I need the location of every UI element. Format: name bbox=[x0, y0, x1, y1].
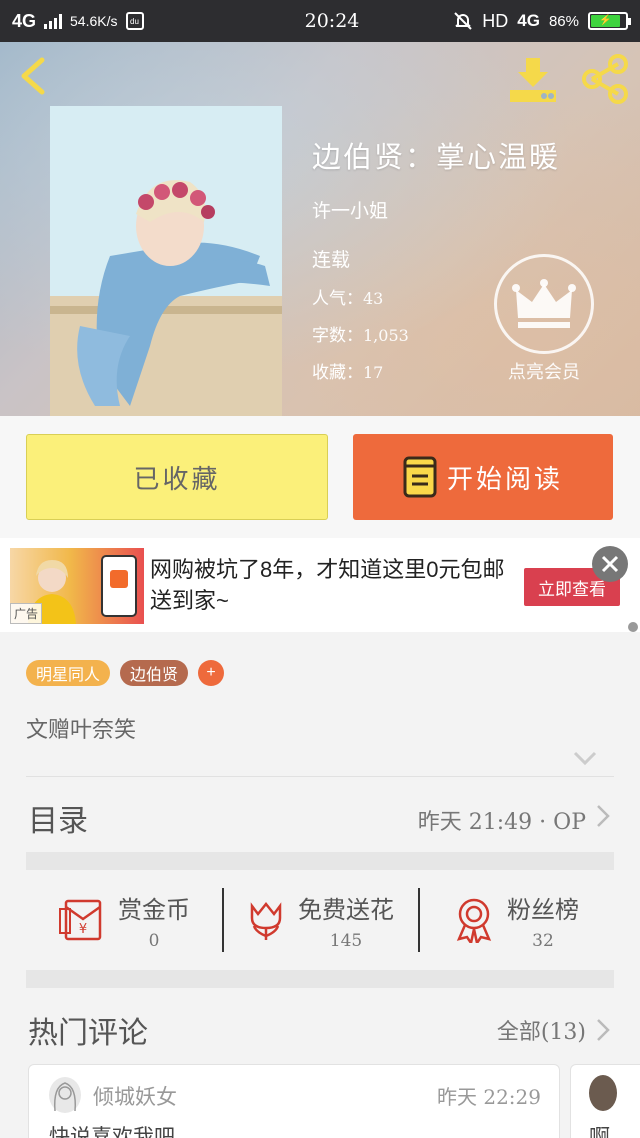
divider bbox=[26, 776, 614, 777]
chevron-right-icon[interactable] bbox=[596, 1018, 610, 1042]
network-speed: 54.6K/s bbox=[70, 13, 118, 29]
reward-coins-label: 赏金币 bbox=[118, 895, 190, 924]
book-cover[interactable] bbox=[50, 106, 282, 416]
book-header: 边伯贤：掌心温暖 许一小姐 连载 人气：43 字数：1,053 收藏：17 点亮… bbox=[0, 42, 640, 416]
download-icon[interactable] bbox=[506, 54, 560, 104]
vip-label: 点亮会员 bbox=[508, 362, 580, 383]
ad-image[interactable]: 广告 bbox=[10, 548, 144, 624]
book-author[interactable]: 许一小姐 bbox=[312, 196, 612, 223]
comment-time: 昨天 22:29 bbox=[437, 1085, 541, 1109]
comment-card[interactable]: 啊 bbox=[570, 1064, 640, 1138]
book-title: 边伯贤：掌心温暖 bbox=[312, 140, 561, 174]
tag-genre[interactable]: 明星同人 bbox=[26, 660, 111, 686]
red-envelope-icon: ¥ bbox=[59, 899, 102, 941]
comment-username[interactable]: 倾城妖女 bbox=[93, 1081, 177, 1111]
send-flower-label: 免费送花 bbox=[298, 895, 394, 924]
battery-icon: ⚡ bbox=[588, 12, 631, 30]
section-separator bbox=[26, 970, 614, 988]
flower-icon bbox=[250, 901, 282, 940]
book-intro[interactable]: 文赠叶奈笑 bbox=[26, 712, 136, 744]
action-row: 已收藏 开始阅读 bbox=[0, 416, 640, 538]
clock: 20:24 bbox=[304, 10, 360, 32]
favorited-button[interactable]: 已收藏 bbox=[26, 434, 328, 520]
tag-person[interactable]: 边伯贤 bbox=[120, 660, 189, 686]
share-icon[interactable] bbox=[578, 52, 632, 106]
popularity-value: 43 bbox=[363, 289, 384, 308]
avatar[interactable] bbox=[49, 1077, 81, 1113]
signal-icon bbox=[44, 13, 63, 29]
comment-card[interactable]: 倾城妖女 昨天 22:29 快说喜欢我吧 bbox=[28, 1064, 560, 1138]
cover-illustration bbox=[50, 106, 282, 416]
send-flower-button[interactable]: 免费送花 145 bbox=[222, 872, 418, 968]
word-count-value: 1,053 bbox=[363, 326, 409, 345]
close-icon[interactable] bbox=[592, 546, 628, 582]
svg-text:¥: ¥ bbox=[79, 922, 87, 937]
ad-info-icon[interactable] bbox=[628, 622, 638, 632]
comments-title: 热门评论 bbox=[28, 1016, 148, 1051]
comment-body: 啊 bbox=[589, 1125, 610, 1138]
interaction-stats: ¥ 赏金币 0 免费送花 145 粉丝榜 32 bbox=[26, 872, 614, 968]
back-icon[interactable] bbox=[12, 54, 56, 98]
vip-button[interactable]: 点亮会员 bbox=[492, 254, 596, 394]
tag-list: 明星同人 边伯贤 + bbox=[26, 660, 225, 686]
chevron-right-icon bbox=[597, 805, 610, 827]
all-comments-link[interactable]: 全部(13) bbox=[497, 1014, 586, 1046]
favorites-value: 17 bbox=[363, 363, 384, 382]
comment-body: 快说喜欢我吧 bbox=[49, 1125, 175, 1138]
chevron-down-icon[interactable] bbox=[572, 748, 598, 768]
send-flower-value: 145 bbox=[329, 930, 363, 951]
reward-coins-value: 0 bbox=[148, 930, 160, 951]
add-tag-button[interactable]: + bbox=[198, 660, 225, 686]
battery-percent: 86% bbox=[548, 12, 579, 30]
toc-title: 目录 bbox=[28, 804, 88, 839]
start-reading-label: 开始阅读 bbox=[446, 464, 563, 495]
fan-ranking-value: 32 bbox=[532, 930, 554, 951]
reward-coins-button[interactable]: ¥ 赏金币 0 bbox=[26, 872, 222, 968]
network-type-2: 4G bbox=[517, 11, 540, 30]
fan-ranking-label: 粉丝榜 bbox=[507, 895, 579, 924]
avatar[interactable] bbox=[589, 1075, 617, 1111]
toc-latest-update: 昨天 21:49 · OP bbox=[417, 810, 586, 835]
ad-banner[interactable]: 广告 网购被坑了8年，才知道这里0元包邮送到家~ 立即查看 bbox=[0, 538, 640, 632]
fan-ranking-button[interactable]: 粉丝榜 32 bbox=[418, 872, 614, 968]
section-separator bbox=[26, 852, 614, 870]
hd-indicator: HD bbox=[482, 10, 509, 31]
medal-icon bbox=[456, 898, 492, 943]
app-notification-icon: du bbox=[125, 12, 144, 30]
table-of-contents-row[interactable]: 目录 昨天 21:49 · OP bbox=[0, 778, 640, 852]
network-type: 4G bbox=[12, 10, 37, 31]
ad-tag: 广告 bbox=[10, 603, 43, 624]
ad-text[interactable]: 网购被坑了8年，才知道这里0元包邮送到家~ bbox=[150, 554, 510, 616]
status-bar: 4G 54.6K/s du 20:24 HD 4G 86% ⚡ bbox=[0, 0, 640, 42]
crown-icon bbox=[494, 254, 594, 354]
mute-bell-icon bbox=[454, 12, 472, 30]
start-reading-button[interactable]: 开始阅读 bbox=[353, 434, 613, 520]
book-icon bbox=[403, 456, 437, 498]
comments-header: 热门评论 全部(13) bbox=[0, 1000, 640, 1060]
